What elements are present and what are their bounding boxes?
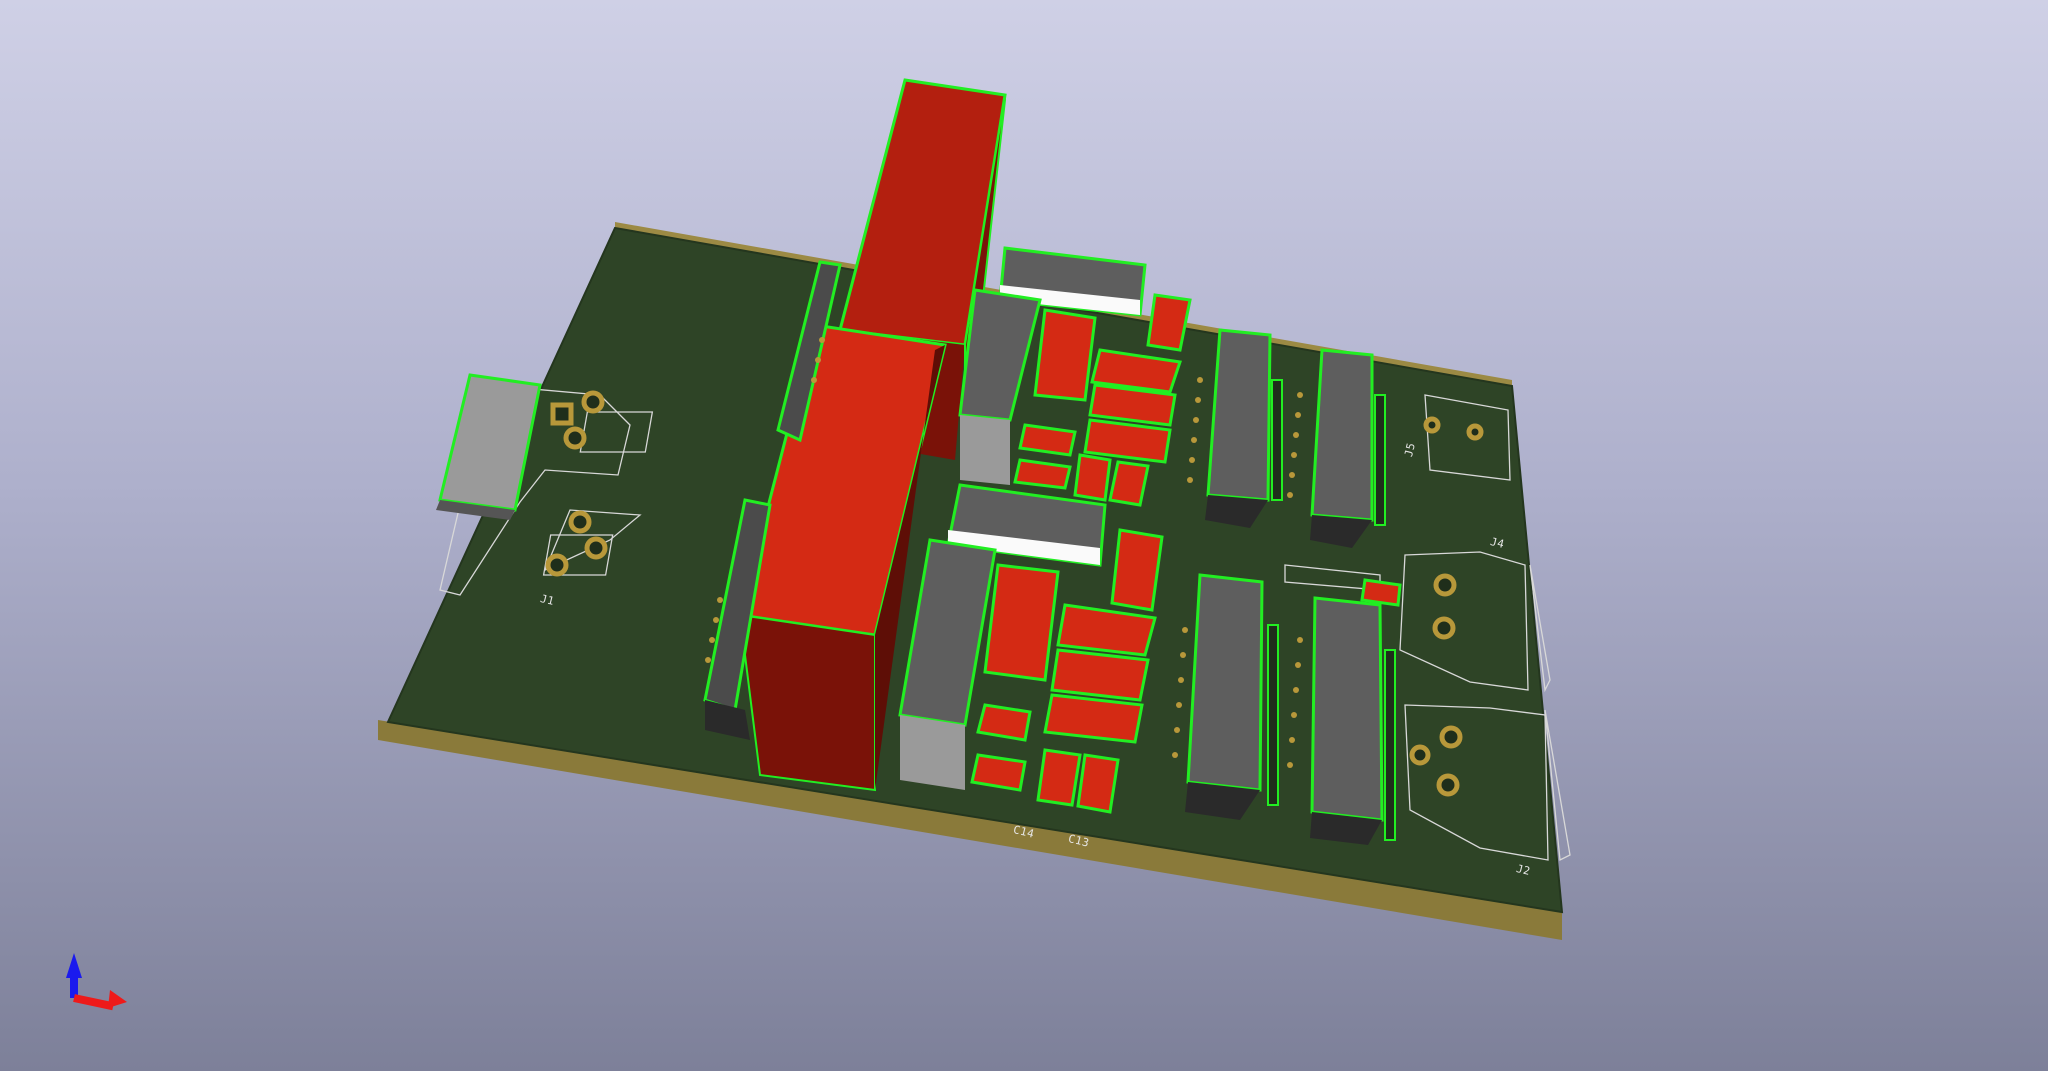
ic-dip-2[interactable] (1310, 348, 1374, 548)
z-axis-arrow-icon (66, 953, 82, 998)
small-component-j4[interactable] (1360, 578, 1402, 607)
3d-viewport[interactable]: J1 J2 J4 J5 C14 C13 (0, 0, 2048, 1071)
x-axis-arrow-icon (73, 990, 127, 1011)
ic-dip-4[interactable] (1310, 596, 1384, 845)
ic-dip-3[interactable] (1185, 573, 1264, 820)
pcb-3d-scene[interactable] (0, 0, 2048, 1071)
axis-gizmo (66, 953, 127, 1011)
